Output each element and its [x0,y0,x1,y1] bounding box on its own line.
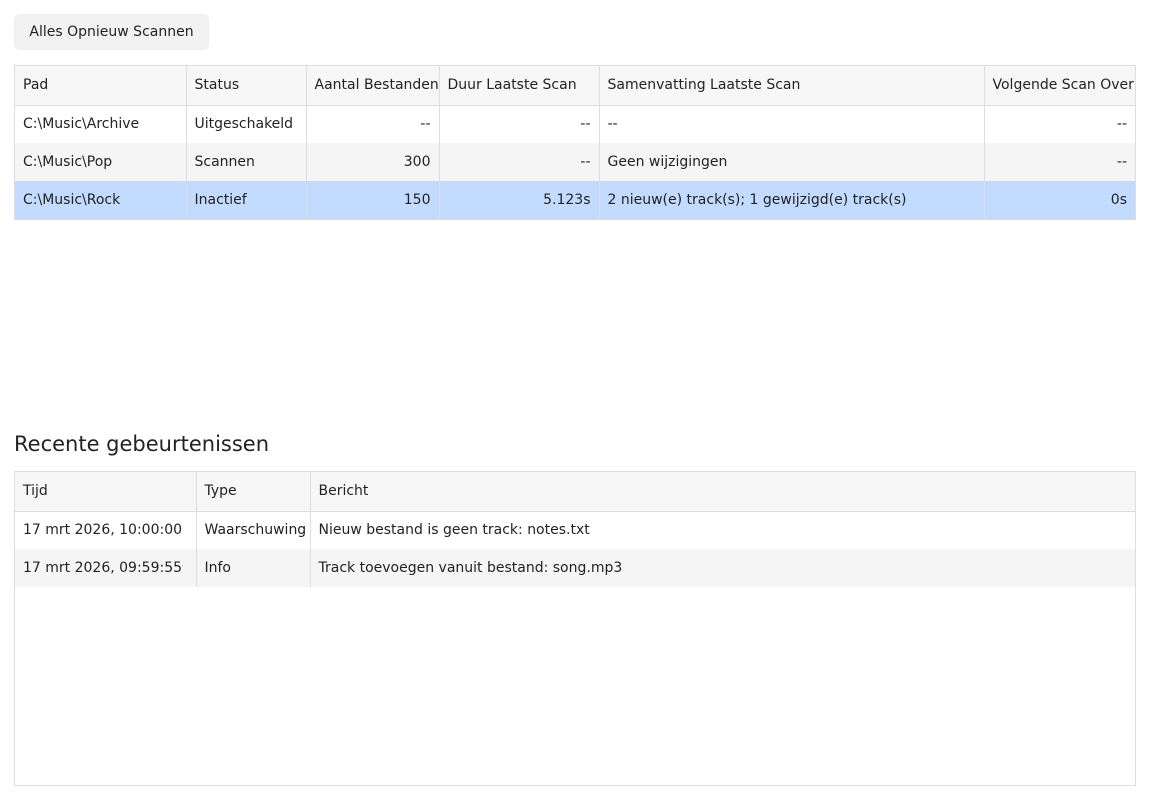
folder-last-scan-summary: -- [598,105,984,143]
column-header-last-scan-duration[interactable]: Duur Laatste Scan [438,66,599,106]
events-table: Tijd Type Bericht 17 mrt 2026, 10:00:00 … [14,471,1136,786]
column-header-path[interactable]: Pad [15,66,186,106]
event-row[interactable]: 17 mrt 2026, 10:00:00 Waarschuwing Nieuw… [15,511,1135,549]
column-header-time[interactable]: Tijd [15,472,196,512]
event-message: Nieuw bestand is geen track: notes.txt [309,511,1135,549]
folder-row-selected[interactable]: C:\Music\Rock Inactief 150 5.123s 2 nieu… [15,181,1135,219]
column-header-last-scan-summary[interactable]: Samenvatting Laatste Scan [598,66,984,106]
folder-last-scan-duration: -- [438,105,599,143]
folder-file-count: 150 [305,181,439,219]
column-header-file-count[interactable]: Aantal Bestanden [305,66,439,106]
folder-status: Uitgeschakeld [185,105,306,143]
folder-table: Pad Status Aantal Bestanden Duur Laatste… [14,65,1136,220]
folder-next-scan-in: -- [983,143,1135,181]
folder-row[interactable]: C:\Music\Pop Scannen 300 -- Geen wijzigi… [15,143,1135,181]
folder-last-scan-summary: Geen wijzigingen [598,143,984,181]
column-header-next-scan-in[interactable]: Volgende Scan Over [983,66,1135,106]
event-row[interactable]: 17 mrt 2026, 09:59:55 Info Track toevoeg… [15,549,1135,587]
folder-path: C:\Music\Archive [23,116,140,133]
folder-status: Inactief [185,181,306,219]
event-type: Info [195,549,310,587]
column-header-status[interactable]: Status [185,66,306,106]
folder-path: C:\Music\Rock [15,181,186,219]
folder-file-count: 300 [305,143,439,181]
column-header-message[interactable]: Bericht [309,472,1135,512]
folder-row[interactable]: C:\Music\Archive Uitgeschakeld -- -- -- … [15,105,1135,143]
rescan-all-button[interactable]: Alles Opnieuw Scannen [14,14,209,50]
folder-next-scan-in: -- [983,105,1135,143]
events-table-header: Tijd Type Bericht [15,472,1135,512]
folder-next-scan-in: 0s [983,181,1135,219]
event-message: Track toevoegen vanuit bestand: song.mp3 [309,549,1135,587]
event-time: 17 mrt 2026, 09:59:55 [15,549,196,587]
folder-last-scan-summary: 2 nieuw(e) track(s); 1 gewijzigd(e) trac… [598,181,984,219]
folder-last-scan-duration: -- [438,143,599,181]
folder-last-scan-duration: 5.123s [438,181,599,219]
column-header-type[interactable]: Type [195,472,310,512]
folder-path: C:\Music\Pop [15,143,186,181]
folder-table-header: Pad Status Aantal Bestanden Duur Laatste… [15,66,1135,106]
event-time: 17 mrt 2026, 10:00:00 [23,522,183,539]
folder-file-count: -- [305,105,439,143]
folder-status: Scannen [185,143,306,181]
events-title: Recente gebeurtenissen [14,432,270,456]
event-type: Waarschuwing [195,511,310,549]
